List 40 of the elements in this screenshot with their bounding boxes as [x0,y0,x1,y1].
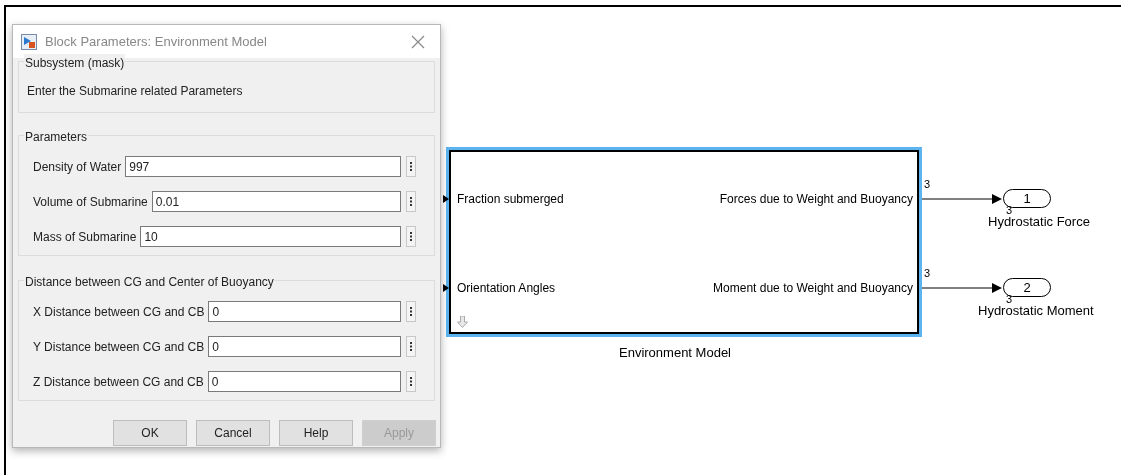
inport-arrow-icon [443,284,449,292]
dialog-button[interactable]: OK [113,420,187,446]
app-icon [21,33,37,50]
signal-width-label: 3 [924,179,931,190]
block-name: Environment Model [619,346,731,359]
signal-width-label: 3 [924,268,931,279]
subsystem-block[interactable]: Fraction submerged Orientation Angles Forces due to Weight and Buoyancy Moment due to Weight and Buoyancy [446,147,922,337]
signal-width-label: 3 [1006,294,1013,305]
field-label: Volume of Submarine [33,193,148,211]
port-label: Orientation Angles [457,282,556,294]
down-arrow-icon [457,316,468,328]
input-field[interactable]: 0 [207,371,401,392]
input-field[interactable]: 10 [140,226,401,247]
field-label: Density of Water [33,158,122,176]
more-options-button[interactable] [406,226,416,247]
input-field[interactable]: 997 [125,156,401,177]
more-options-button[interactable] [406,336,416,357]
outport-label: Hydrostatic Force [988,215,1090,228]
more-options-button[interactable] [406,156,416,177]
field-label: Y Distance between CG and CB [33,338,205,356]
more-options-button[interactable] [406,191,416,212]
group-title: Subsystem (mask) [24,54,126,72]
port-label: Moment due to Weight and Buoyancy [713,282,913,294]
outport-label: Hydrostatic Moment [978,304,1094,317]
field-label: X Distance between CG and CB [33,303,205,321]
field-label: Z Distance between CG and CB [33,373,204,391]
dialog-button[interactable]: Cancel [196,420,270,446]
input-field[interactable]: 0 [208,301,401,322]
input-field[interactable]: 0.01 [151,191,401,212]
input-field[interactable]: 0 [208,336,401,357]
signal-width-label: 3 [1006,205,1013,216]
port-label: Fraction submerged [457,193,564,205]
inport-arrow-icon [443,195,449,203]
more-options-button[interactable] [406,371,416,392]
description-text: Enter the Submarine related Parameters [27,83,244,100]
more-options-button[interactable] [406,301,416,322]
field-label: Mass of Submarine [33,228,137,246]
window-title: Block Parameters: Environment Model [45,32,268,51]
dialog-button[interactable]: Help [279,420,353,446]
port-label: Forces due to Weight and Buoyancy [719,193,913,205]
